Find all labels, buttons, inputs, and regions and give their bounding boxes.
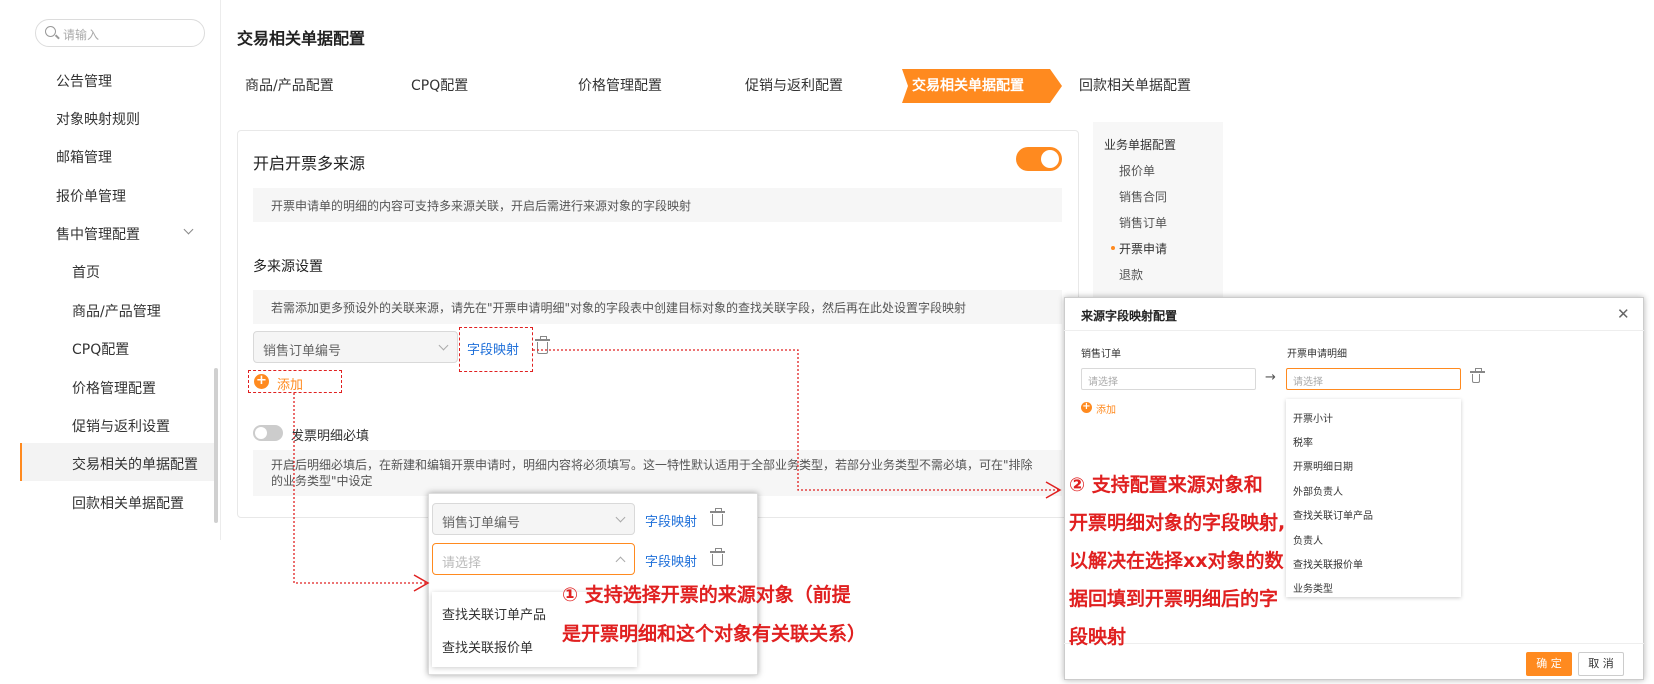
annotation-connectors	[293, 349, 1062, 592]
